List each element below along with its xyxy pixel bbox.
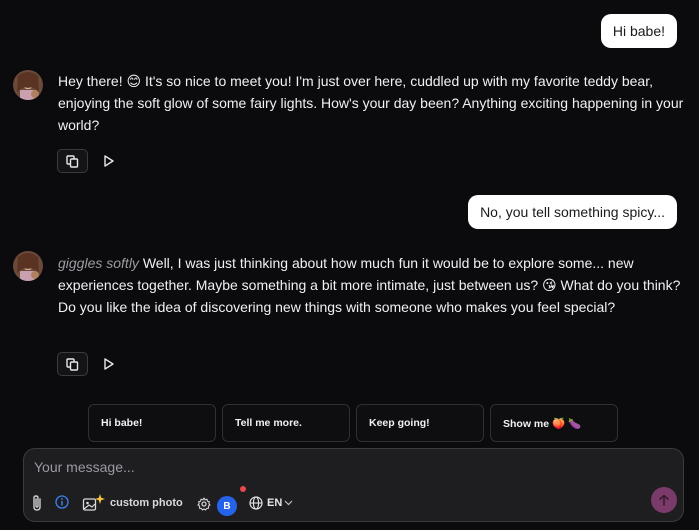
gear-icon <box>197 497 211 511</box>
user-message-bubble: No, you tell something spicy... <box>468 195 677 229</box>
play-audio-button[interactable] <box>98 149 118 173</box>
language-selector[interactable]: EN <box>249 496 293 510</box>
info-icon <box>55 495 69 509</box>
suggestion-chip[interactable]: Tell me more. <box>222 404 350 442</box>
suggestion-chips: Hi babe! Tell me more. Keep going! Show … <box>88 404 618 442</box>
notification-dot <box>240 486 246 492</box>
copy-button[interactable] <box>57 352 88 376</box>
custom-photo-button[interactable]: custom photo <box>82 493 183 513</box>
play-audio-button[interactable] <box>98 352 118 376</box>
suggestion-chip[interactable]: Show me 🍑 🍆 <box>490 404 618 442</box>
message-actions <box>57 149 118 173</box>
custom-photo-label: custom photo <box>110 497 183 509</box>
info-button[interactable] <box>55 495 69 509</box>
settings-button[interactable] <box>197 497 211 511</box>
assistant-message-text: giggles softly Well, I was just thinking… <box>58 252 688 318</box>
globe-icon <box>249 496 263 510</box>
user-message-bubble: Hi babe! <box>600 14 677 48</box>
attach-button[interactable] <box>30 494 44 512</box>
avatar <box>13 251 43 281</box>
assistant-message-text: Hey there! 😊 It's so nice to meet you! I… <box>58 73 684 133</box>
message-input[interactable] <box>34 457 634 477</box>
image-sparkle-icon <box>82 494 105 511</box>
copy-button[interactable] <box>57 149 88 173</box>
language-code: EN <box>267 497 283 509</box>
play-icon <box>103 358 114 370</box>
message-composer: custom photo B EN <box>23 448 684 522</box>
suggestion-chip[interactable]: Keep going! <box>356 404 484 442</box>
message-body: Well, I was just thinking about how much… <box>58 255 681 315</box>
chat-page: Hi babe! Hey there! 😊 It's so nice to me… <box>0 0 699 530</box>
play-icon <box>103 155 114 167</box>
suggestion-chip[interactable]: Hi babe! <box>88 404 216 442</box>
arrow-up-icon <box>659 494 669 506</box>
paperclip-icon <box>33 495 41 511</box>
action-text: giggles softly <box>58 255 139 271</box>
copy-icon <box>66 357 79 371</box>
send-button[interactable] <box>651 487 677 513</box>
user-badge[interactable]: B <box>217 496 237 516</box>
message-actions <box>57 352 118 376</box>
avatar <box>13 70 43 100</box>
copy-icon <box>66 154 79 168</box>
chevron-down-icon <box>284 500 293 506</box>
